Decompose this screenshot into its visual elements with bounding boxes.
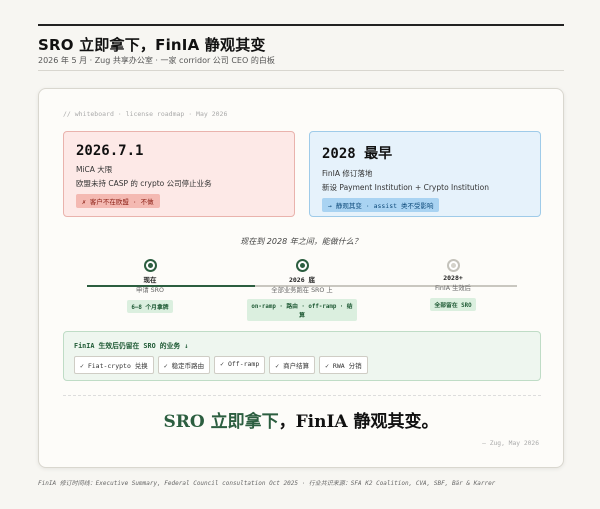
milestone-description: 全部业务跑在 SRO 上 <box>271 287 333 294</box>
milestone-dot-icon <box>143 259 157 272</box>
business-chip-list: ✓ Fiat-crypto 兑换 ✓ 稳定币路由 ✓ Off-ramp ✓ 商户… <box>74 356 530 374</box>
mica-deadline-card: 2026.7.1 MiCA 大限 欧盟未持 CASP 的 crypto 公司停止… <box>63 131 295 217</box>
page-subtitle: 2026 年 5 月 · Zug 共享办公室 · 一家 corridor 公司 … <box>38 56 275 65</box>
finia-card: 2028 最早 FinIA 修订落地 新设 Payment Institutio… <box>309 131 541 217</box>
signature: — Zug, May 2026 <box>482 440 539 447</box>
slogan: SRO 立即拿下，FinIA 静观其变。 <box>39 407 563 432</box>
header-divider <box>38 70 564 71</box>
business-chip: ✓ Off-ramp <box>214 356 266 374</box>
remaining-business-panel: FinIA 生效后仍留在 SRO 的业务 ↓ ✓ Fiat-crypto 兑换 … <box>63 331 541 381</box>
milestone-badge: 全部留在 SRO <box>430 298 476 311</box>
milestone-title: 2028+ <box>443 274 463 282</box>
slogan-highlight: SRO 立即拿下 <box>163 412 279 432</box>
card-date: 2026.7.1 <box>76 143 144 159</box>
breadcrumb: // whiteboard · license roadmap · May 20… <box>63 110 228 118</box>
business-chip: ✓ 稳定币路由 <box>157 356 211 374</box>
status-badge: → 静观其变 · assist 类不受影响 <box>322 198 440 212</box>
whiteboard-card: // whiteboard · license roadmap · May 20… <box>38 88 564 468</box>
card-description: 欧盟未持 CASP 的 crypto 公司停止业务 <box>76 179 212 188</box>
milestone-description: 申请 SRO <box>136 287 164 294</box>
timeline-node-2028: 2028+ FinIA 生效后 全部留在 SRO <box>398 259 508 311</box>
timeline-question: 现在到 2028 年之间，能做什么？ <box>240 237 362 246</box>
page-title: SRO 立即拿下，FinIA 静观其变 <box>38 36 266 54</box>
milestone-description: FinIA 生效后 <box>435 285 471 292</box>
business-chip: ✓ 商户结算 <box>269 356 316 374</box>
status-badge: ✗ 客户不在欧盟 · 不做 <box>76 194 160 208</box>
card-heading: MiCA 大限 <box>76 165 113 174</box>
milestone-dot-icon <box>295 259 309 272</box>
card-date: 2028 最早 <box>322 146 393 162</box>
card-description: 新设 Payment Institution + Crypto Institut… <box>322 183 490 192</box>
milestone-badge: 6–8 个月拿牌 <box>127 300 173 313</box>
milestone-title: 2026 底 <box>288 276 316 284</box>
milestone-badge: on-ramp · 路由 · off-ramp · 结算 <box>247 299 357 321</box>
business-chip: ✓ RWA 分销 <box>319 356 368 374</box>
slogan-rest: ，FinIA 静观其变。 <box>278 412 439 432</box>
milestone-dot-icon <box>446 259 460 272</box>
milestone-title: 现在 <box>143 276 157 284</box>
source-footnote: FinIA 修订时间线：Executive Summary, Federal C… <box>38 480 496 487</box>
card-heading: FinIA 修订落地 <box>322 169 373 178</box>
timeline-node-now: 现在 申请 SRO 6–8 个月拿牌 <box>95 259 205 313</box>
timeline-node-2026: 2026 底 全部业务跑在 SRO 上 on-ramp · 路由 · off-r… <box>247 259 357 321</box>
panel-title: FinIA 生效后仍留在 SRO 的业务 ↓ <box>74 342 189 350</box>
business-chip: ✓ Fiat-crypto 兑换 <box>74 356 154 374</box>
top-rule <box>38 24 564 26</box>
dashed-divider <box>63 395 541 396</box>
